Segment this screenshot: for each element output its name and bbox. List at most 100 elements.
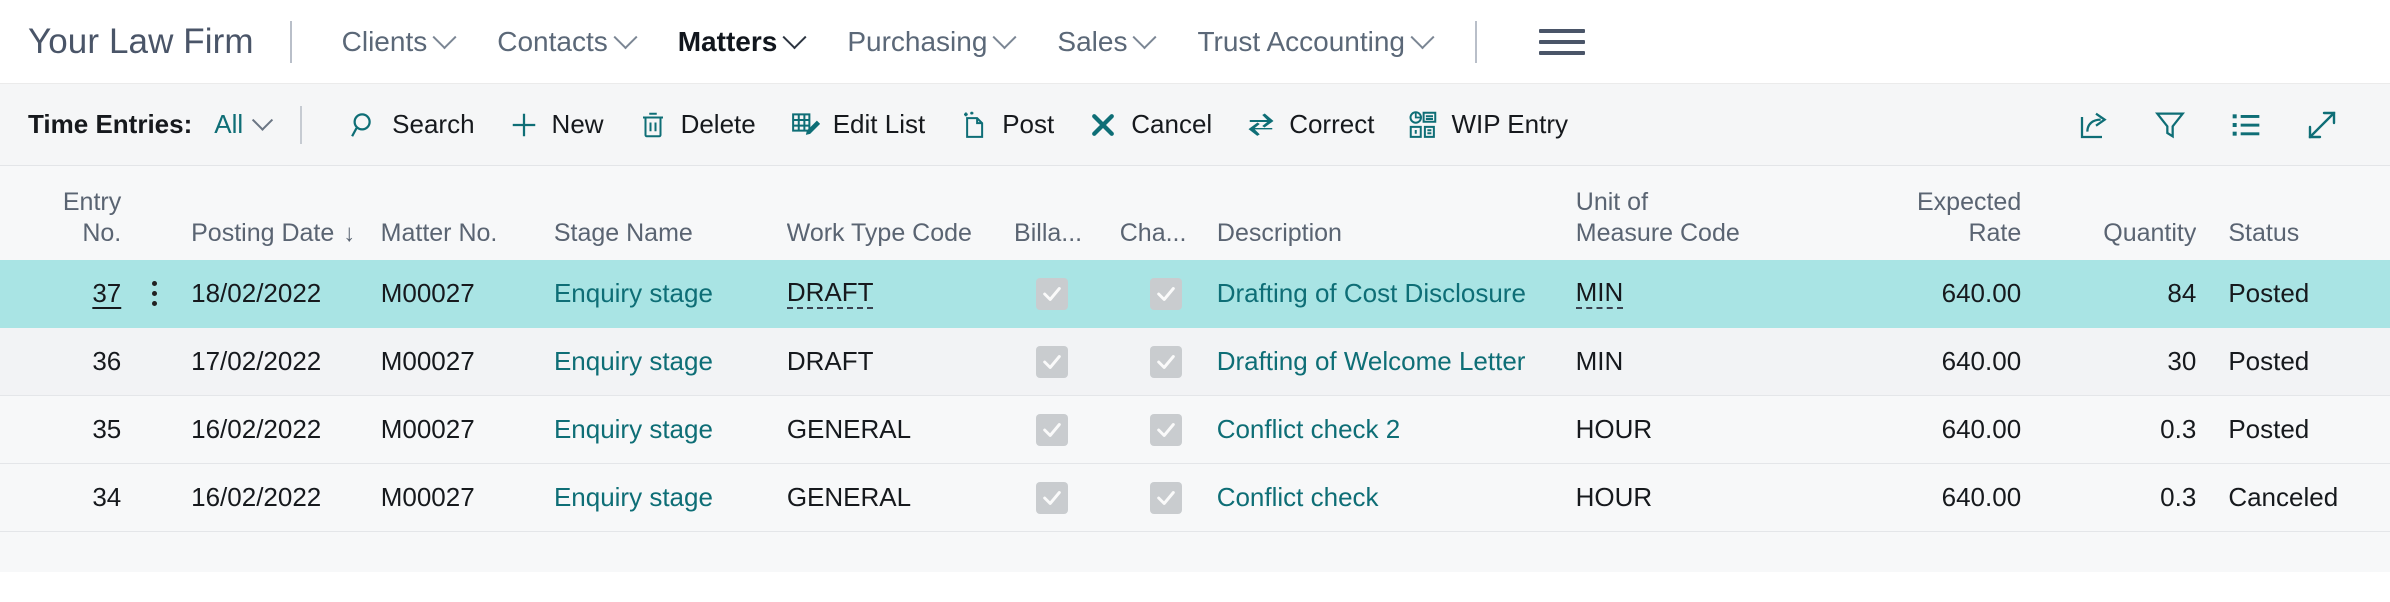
column-header-chargeable[interactable]: Cha...: [1116, 218, 1217, 253]
cell-chargeable[interactable]: [1116, 464, 1217, 531]
cell-entry-no[interactable]: 37: [0, 260, 127, 327]
checkbox-checked-icon[interactable]: [1035, 481, 1068, 514]
cancel-button[interactable]: Cancel: [1071, 101, 1229, 148]
work-type-code-lookup[interactable]: DRAFT: [786, 279, 874, 309]
cell-chargeable[interactable]: [1116, 396, 1217, 463]
cell-expected-rate[interactable]: 640.00: [1823, 464, 2022, 531]
cell-posting-date[interactable]: 16/02/2022: [181, 464, 381, 531]
unit-of-measure-lookup[interactable]: MIN: [1575, 279, 1624, 309]
table-row[interactable]: 34 16/02/2022 M00027 Enquiry stage GENER…: [0, 464, 2390, 532]
checkbox-checked-icon[interactable]: [1150, 277, 1183, 310]
cell-status[interactable]: Posted: [2196, 260, 2390, 327]
checkbox-checked-icon[interactable]: [1150, 413, 1183, 446]
column-header-work-type-code[interactable]: Work Type Code: [787, 218, 1006, 253]
checkbox-checked-icon[interactable]: [1150, 345, 1183, 378]
post-button[interactable]: Post: [942, 101, 1071, 148]
checkbox-checked-icon[interactable]: [1035, 413, 1068, 446]
cell-row-menu[interactable]: [127, 328, 181, 395]
cell-work-type-code[interactable]: GENERAL: [787, 464, 1006, 531]
cell-quantity[interactable]: 30: [2021, 328, 2196, 395]
cell-unit-of-measure-code[interactable]: MIN: [1575, 260, 1823, 327]
column-header-expected-rate[interactable]: Expected Rate: [1823, 187, 2021, 252]
expand-button[interactable]: [2284, 101, 2360, 149]
cell-description[interactable]: Conflict check 2: [1217, 396, 1576, 463]
column-header-stage-name[interactable]: Stage Name: [554, 218, 787, 253]
cell-description[interactable]: Conflict check: [1217, 464, 1576, 531]
edit-list-button[interactable]: Edit List: [773, 101, 943, 148]
column-header-description[interactable]: Description: [1217, 218, 1576, 253]
nav-item-purchasing[interactable]: Purchasing: [825, 20, 1035, 64]
delete-button[interactable]: Delete: [621, 101, 773, 148]
cell-billable[interactable]: [1006, 396, 1115, 463]
column-header-quantity[interactable]: Quantity: [2021, 218, 2196, 253]
column-header-matter-no[interactable]: Matter No.: [381, 218, 554, 253]
cell-expected-rate[interactable]: 640.00: [1823, 260, 2022, 327]
filter-button[interactable]: [2132, 101, 2208, 149]
cell-chargeable[interactable]: [1116, 260, 1217, 327]
cell-matter-no[interactable]: M00027: [381, 260, 554, 327]
wip-entry-button[interactable]: WIP Entry: [1391, 101, 1585, 148]
table-row[interactable]: 35 16/02/2022 M00027 Enquiry stage GENER…: [0, 396, 2390, 464]
nav-item-matters[interactable]: Matters: [656, 20, 826, 64]
cell-unit-of-measure-code[interactable]: MIN: [1576, 328, 1823, 395]
view-filter-dropdown[interactable]: All: [214, 109, 274, 140]
cell-description[interactable]: Drafting of Welcome Letter: [1217, 328, 1576, 395]
cell-status[interactable]: Posted: [2196, 396, 2390, 463]
cell-billable[interactable]: [1006, 328, 1115, 395]
cell-posting-date[interactable]: 17/02/2022: [181, 328, 381, 395]
cell-quantity[interactable]: 84: [2021, 260, 2196, 327]
nav-item-sales[interactable]: Sales: [1035, 20, 1175, 64]
new-button[interactable]: New: [492, 101, 621, 148]
nav-item-trust-accounting[interactable]: Trust Accounting: [1175, 20, 1453, 64]
cell-matter-no[interactable]: M00027: [381, 396, 554, 463]
cell-entry-no[interactable]: 34: [0, 464, 127, 531]
cell-unit-of-measure-code[interactable]: HOUR: [1576, 396, 1823, 463]
cell-matter-no[interactable]: M00027: [381, 328, 554, 395]
hamburger-menu-icon[interactable]: [1538, 28, 1585, 55]
cell-posting-date[interactable]: 16/02/2022: [181, 396, 381, 463]
column-header-unit-of-measure-code[interactable]: Unit of Measure Code: [1576, 187, 1823, 252]
checkbox-checked-icon[interactable]: [1035, 345, 1068, 378]
cell-status[interactable]: Canceled: [2196, 464, 2390, 531]
cell-work-type-code[interactable]: DRAFT: [786, 260, 1006, 327]
cell-row-menu[interactable]: [127, 396, 181, 463]
cell-expected-rate[interactable]: 640.00: [1823, 328, 2022, 395]
vertical-ellipsis-icon[interactable]: [151, 281, 157, 306]
cell-row-menu[interactable]: [127, 260, 181, 327]
cell-billable[interactable]: [1006, 260, 1115, 327]
cell-stage-name[interactable]: Enquiry stage: [554, 464, 787, 531]
search-button[interactable]: Search: [332, 101, 491, 148]
table-row[interactable]: 36 17/02/2022 M00027 Enquiry stage DRAFT…: [0, 328, 2390, 396]
cell-work-type-code[interactable]: GENERAL: [787, 396, 1006, 463]
checkbox-checked-icon[interactable]: [1035, 277, 1068, 310]
cell-quantity[interactable]: 0.3: [2021, 464, 2196, 531]
cell-chargeable[interactable]: [1116, 328, 1217, 395]
cell-entry-no[interactable]: 36: [0, 328, 127, 395]
cell-posting-date[interactable]: 18/02/2022: [181, 260, 381, 327]
cell-description[interactable]: Drafting of Cost Disclosure: [1217, 260, 1576, 327]
column-header-posting-date[interactable]: Posting Date ↓: [181, 218, 381, 253]
nav-item-contacts[interactable]: Contacts: [475, 20, 656, 64]
cell-stage-name[interactable]: Enquiry stage: [554, 260, 787, 327]
table-row[interactable]: 37 18/02/2022 M00027 Enquiry stage DRAFT…: [0, 260, 2390, 328]
cell-matter-no[interactable]: M00027: [381, 464, 554, 531]
column-header-billable[interactable]: Billa...: [1006, 218, 1116, 253]
column-header-entry-no[interactable]: Entry No.: [0, 187, 127, 252]
checkbox-checked-icon[interactable]: [1150, 481, 1183, 514]
correct-button[interactable]: Correct: [1229, 101, 1391, 148]
cell-billable[interactable]: [1006, 464, 1115, 531]
entry-no-link[interactable]: 37: [92, 278, 121, 309]
cell-work-type-code[interactable]: DRAFT: [787, 328, 1006, 395]
list-view-button[interactable]: [2208, 101, 2284, 149]
nav-item-clients[interactable]: Clients: [320, 20, 476, 64]
cell-quantity[interactable]: 0.3: [2021, 396, 2196, 463]
cell-row-menu[interactable]: [127, 464, 181, 531]
column-header-status[interactable]: Status: [2196, 218, 2390, 253]
cell-expected-rate[interactable]: 640.00: [1823, 396, 2022, 463]
cell-stage-name[interactable]: Enquiry stage: [554, 328, 787, 395]
share-export-button[interactable]: [2056, 101, 2132, 149]
cell-stage-name[interactable]: Enquiry stage: [554, 396, 787, 463]
cell-entry-no[interactable]: 35: [0, 396, 127, 463]
cell-status[interactable]: Posted: [2196, 328, 2390, 395]
cell-unit-of-measure-code[interactable]: HOUR: [1576, 464, 1823, 531]
